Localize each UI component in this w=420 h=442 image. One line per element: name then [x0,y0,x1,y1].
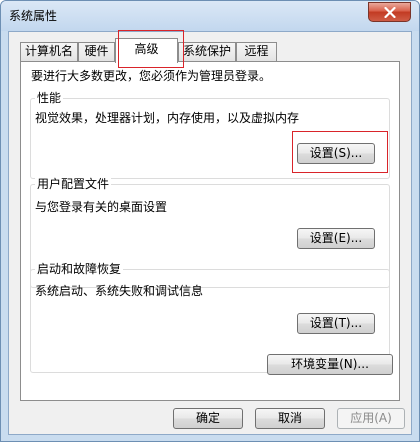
ok-button[interactable]: 确定 [173,408,243,429]
close-icon [384,7,396,18]
tab-system-protection[interactable]: 系统保护 [178,42,236,61]
performance-title: 性能 [35,91,64,105]
environment-variables-button[interactable]: 环境变量(N)... [267,354,393,375]
dialog-body: 计算机名 硬件 高级 系统保护 远程 要进行大多数更改，您必须作为管理员登录。 … [8,30,412,435]
startup-recovery-title: 启动和故障恢复 [35,262,124,276]
user-profiles-settings-button[interactable]: 设置(E)... [297,228,375,249]
performance-settings-button[interactable]: 设置(S)... [297,143,375,164]
tab-advanced[interactable]: 高级 [115,38,178,63]
performance-group: 性能 视觉效果，处理器计划，内存使用，以及虚拟内存 设置(S)... [30,91,390,179]
window-title: 系统属性 [9,9,58,23]
tab-remote[interactable]: 远程 [236,42,277,61]
user-profiles-description: 与您登录有关的桌面设置 [35,200,168,214]
admin-notice: 要进行大多数更改，您必须作为管理员登录。 [31,69,272,83]
advanced-tab-panel: 要进行大多数更改，您必须作为管理员登录。 性能 视觉效果，处理器计划，内存使用，… [20,61,400,401]
apply-button[interactable]: 应用(A) [337,408,405,429]
close-button[interactable] [368,2,411,22]
startup-recovery-description: 系统启动、系统失败和调试信息 [35,284,204,298]
title-bar[interactable]: 系统属性 [1,1,419,31]
tab-computer-name[interactable]: 计算机名 [20,42,78,61]
user-profiles-title: 用户配置文件 [35,177,112,191]
tab-hardware[interactable]: 硬件 [78,42,115,61]
startup-recovery-settings-button[interactable]: 设置(T)... [297,313,375,334]
cancel-button[interactable]: 取消 [255,408,325,429]
performance-description: 视觉效果，处理器计划，内存使用，以及虚拟内存 [35,111,300,125]
system-properties-window: 系统属性 计算机名 硬件 高级 系统保护 远程 要进行大多数更改，您必须作为管理… [0,0,420,442]
